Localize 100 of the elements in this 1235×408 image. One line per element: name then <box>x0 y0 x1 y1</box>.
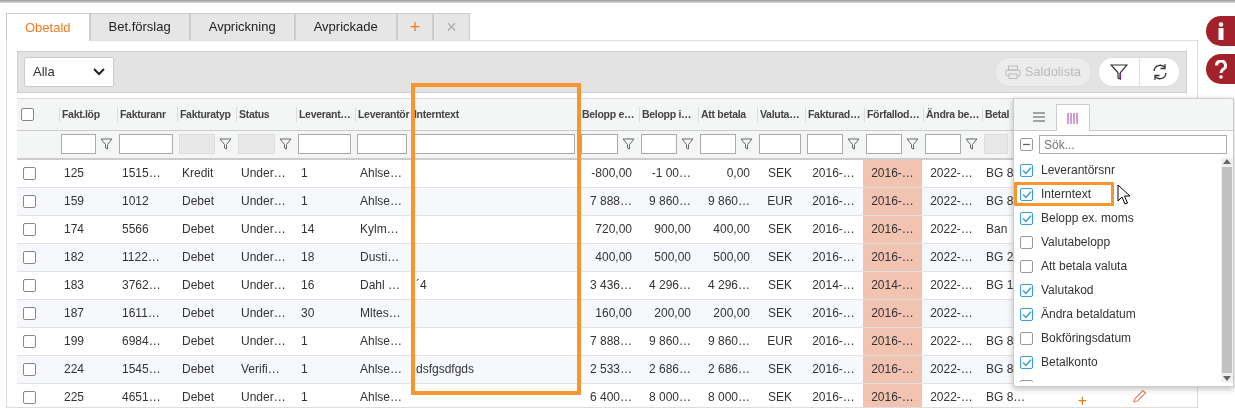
option-label[interactable]: Leverantörsnr <box>1041 161 1116 179</box>
table-cell: 2016-… <box>863 299 922 326</box>
option-label[interactable]: Belopp ex. moms <box>1041 209 1134 227</box>
table-cell-text: 16 <box>300 276 316 294</box>
table-cell-text: Kredit <box>181 164 215 182</box>
filter-icon[interactable] <box>100 138 113 151</box>
table-cell-text: 4651… <box>121 388 162 406</box>
table-cell: 2016-… <box>863 215 922 242</box>
table-cell-text: BG 1 <box>986 276 1014 294</box>
scroll-down-icon[interactable] <box>1223 376 1231 382</box>
table-cell-text: 1 <box>300 360 309 378</box>
filter-field[interactable] <box>119 134 173 155</box>
table-cell-text: 1545… <box>121 360 162 378</box>
filter-field[interactable] <box>581 134 618 155</box>
filter-field[interactable] <box>700 134 736 155</box>
filter-field[interactable] <box>413 134 575 155</box>
checkbox[interactable] <box>1020 307 1033 321</box>
filter-icon[interactable] <box>622 138 635 151</box>
info-icon <box>1216 22 1225 40</box>
tab[interactable]: Avprickade <box>294 13 397 40</box>
filter-field[interactable] <box>298 134 351 155</box>
checkbox[interactable] <box>1020 211 1033 225</box>
filter-icon[interactable] <box>681 138 694 151</box>
check-icon <box>1021 357 1032 367</box>
row-checkbox[interactable] <box>23 279 36 293</box>
option-label[interactable]: Betalkonto <box>1041 353 1098 371</box>
table-cell-text: BG 8 <box>986 164 1014 182</box>
table-cell-text: 224 <box>63 360 86 378</box>
checkbox[interactable] <box>1020 331 1033 345</box>
filter-field[interactable] <box>807 134 843 155</box>
highlighted-option[interactable]: Interntext <box>1014 182 1114 206</box>
row-checkbox[interactable] <box>23 195 36 209</box>
tab[interactable]: Bet.förslag <box>89 13 190 40</box>
table-cell-text: Ahlse… <box>359 192 404 210</box>
table-cell-text: 2 686… <box>647 360 692 378</box>
table-cell-text: 1122… <box>121 248 161 266</box>
table-cell-text: 199 <box>63 332 86 350</box>
scroll-up-icon[interactable] <box>1223 158 1231 164</box>
filter-field[interactable] <box>641 134 677 155</box>
table-cell-text: 2022-… <box>929 220 974 238</box>
row-checkbox[interactable] <box>23 363 36 377</box>
table-cell-text: 2016-… <box>811 164 856 182</box>
check-icon <box>1021 285 1032 295</box>
option-label[interactable]: Att betala valuta <box>1041 257 1128 275</box>
select-all-checkbox[interactable] <box>21 108 34 122</box>
table-cell-text: BG 8 <box>986 332 1014 350</box>
table-cell-text: BG 8… <box>986 388 1026 406</box>
chevron-icon <box>93 68 105 76</box>
table-cell-text: Under… <box>240 164 287 182</box>
table-cell-text: 500,00 <box>712 248 751 266</box>
filter-icon[interactable] <box>965 138 978 151</box>
tab[interactable]: Avprickning <box>189 13 295 40</box>
table-cell-text: 720,00 <box>594 220 633 238</box>
printer-icon <box>1004 65 1021 79</box>
table-cell-text: 2022-… <box>929 276 974 294</box>
row-checkbox[interactable] <box>23 167 36 181</box>
filter-icon[interactable] <box>279 138 292 151</box>
option-label[interactable]: Interntext <box>1041 185 1092 203</box>
filter-field[interactable] <box>866 134 902 155</box>
status-select[interactable]: Alla <box>24 57 114 87</box>
table-cell-text: 900,00 <box>653 220 692 238</box>
filter-field[interactable] <box>759 134 801 155</box>
filter-field[interactable] <box>61 134 96 155</box>
row-checkbox[interactable] <box>23 307 36 321</box>
table-cell-text: 8 000… <box>706 388 751 406</box>
option-label[interactable]: Bokföringsdatum <box>1041 329 1132 347</box>
filter-icon[interactable] <box>906 138 919 151</box>
scrollbar[interactable] <box>1221 158 1233 382</box>
checkbox[interactable] <box>1020 235 1033 249</box>
help-button[interactable] <box>1206 54 1235 84</box>
filter-field[interactable] <box>925 134 961 155</box>
table-cell-text: Dusti… <box>359 248 401 266</box>
option-label[interactable]: Valutakod <box>1041 281 1094 299</box>
checkbox[interactable] <box>1020 259 1033 273</box>
filter-field[interactable] <box>357 134 407 155</box>
row-checkbox[interactable] <box>23 251 36 265</box>
filter-icon[interactable] <box>847 138 860 151</box>
row-checkbox[interactable] <box>23 335 36 349</box>
table-cell-text: Dahl … <box>359 276 401 294</box>
checkbox[interactable] <box>1020 355 1033 369</box>
option-label[interactable]: Ändra betaldatum <box>1041 305 1136 323</box>
checkbox[interactable] <box>1020 283 1033 297</box>
table-cell-text: Ahlse… <box>359 332 404 350</box>
checkbox[interactable] <box>1020 163 1033 177</box>
table-cell-text: Debet <box>181 388 216 406</box>
select-all-checkbox[interactable] <box>1020 138 1033 151</box>
option-label[interactable]: Valutabelopp <box>1041 233 1111 251</box>
filter-icon[interactable] <box>219 138 232 151</box>
pencil-icon[interactable] <box>1131 389 1147 405</box>
panel-tab[interactable] <box>1056 104 1090 131</box>
checkbox[interactable] <box>1020 187 1033 201</box>
row-checkbox[interactable] <box>23 391 36 405</box>
column-header[interactable]: Interntext <box>411 106 459 123</box>
table-cell-text: 1 <box>300 192 309 210</box>
filter-icon[interactable] <box>740 138 753 151</box>
row-checkbox[interactable] <box>23 223 36 237</box>
info-button[interactable] <box>1206 16 1235 46</box>
refresh-button[interactable] <box>1139 58 1179 86</box>
search-field[interactable]: Sök... <box>1039 135 1227 154</box>
table-cell-text: 6 400… <box>588 388 633 406</box>
